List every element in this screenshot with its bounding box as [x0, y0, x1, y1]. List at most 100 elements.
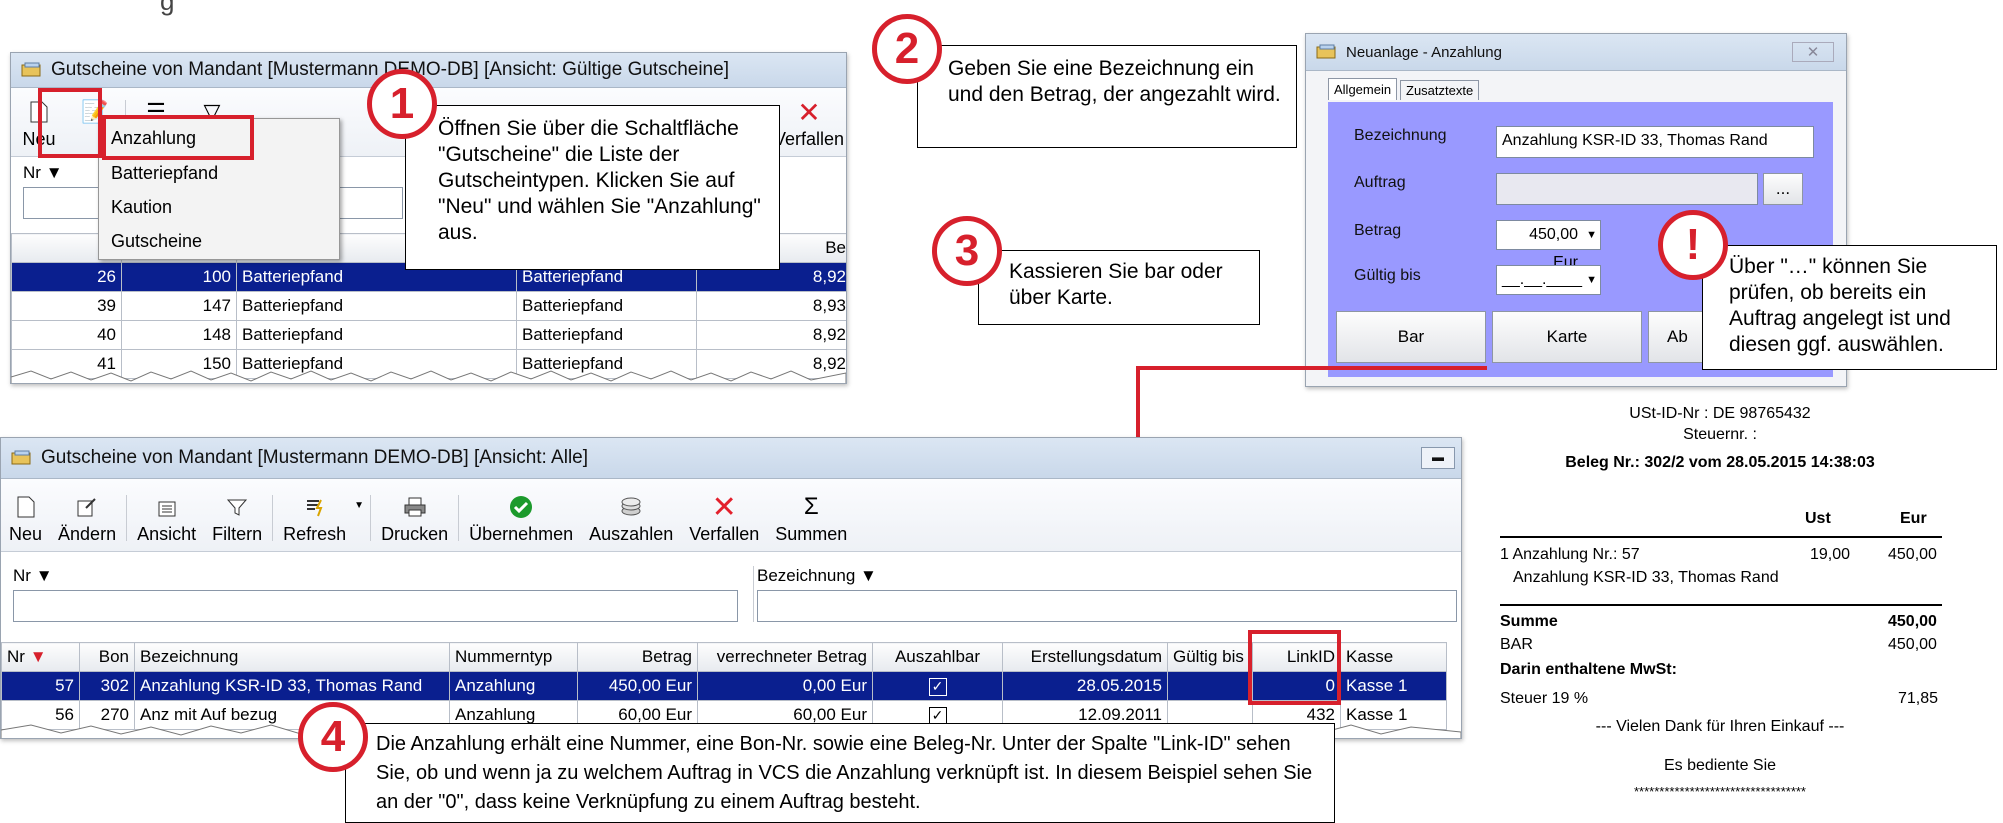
col-nummerntyp[interactable]: Nummerntyp	[449, 642, 578, 672]
refresh-dropdown-icon[interactable]: ▼	[354, 500, 364, 511]
receipt-item-eur: 450,00	[1888, 546, 1937, 563]
main-vouchers-window: Gutscheine von Mandant [Mustermann DEMO-…	[0, 437, 1462, 739]
receipt: USt-ID-Nr : DE 98765432 Steuernr. : Bele…	[1495, 400, 1945, 823]
col-betrag[interactable]: Betrag	[577, 642, 698, 672]
checkbox-checked[interactable]: ✓	[928, 678, 947, 696]
col-nr-label: Nr	[7, 647, 25, 666]
cell-datum: 28.05.2015	[1002, 671, 1168, 701]
toolbar-separator	[370, 495, 372, 541]
toolbar-refresh-button[interactable]: Refresh	[275, 494, 354, 551]
cell-nr: 57	[1, 671, 80, 701]
col-nr[interactable]: Nr ▼	[1, 642, 80, 672]
app-icon	[11, 450, 31, 465]
toolbar-label: Übernehmen	[469, 524, 574, 544]
col-gueltig-bis[interactable]: Gültig bis	[1167, 642, 1253, 672]
receipt-hdr-ust: Ust	[1805, 510, 1831, 527]
receipt-steuer-val: 71,85	[1898, 690, 1939, 707]
highlight-linkid-column	[1248, 630, 1341, 705]
cell-verrechnet: 0,00 Eur	[697, 671, 873, 701]
sort-down-icon: ▼	[860, 566, 877, 585]
main-filter-nr: Nr ▼	[13, 566, 738, 622]
receipt-item-sub: Anzahlung KSR-ID 33, Thomas Rand	[1513, 569, 1779, 586]
toolbar-label: Drucken	[381, 524, 449, 544]
cell-gueltig	[1167, 671, 1253, 701]
toolbar-separator	[126, 495, 128, 541]
receipt-mwst: Darin enthaltene MwSt:	[1500, 661, 1677, 678]
main-filter-bez: Bezeichnung ▼	[753, 566, 1457, 622]
toolbar-separator	[272, 495, 274, 541]
toolbar-sum-button[interactable]: Σ Summen	[767, 493, 855, 551]
col-bezeichnung[interactable]: Bezeichnung	[134, 642, 450, 672]
toolbar-edit-button[interactable]: Ändern	[50, 494, 124, 551]
filter-icon	[224, 494, 250, 520]
print-icon	[402, 494, 428, 520]
receipt-beleg: Beleg Nr.: 302/2 vom 28.05.2015 14:38:03	[1565, 454, 1875, 471]
expire-icon: ✕	[711, 490, 737, 524]
col-erstellungsdatum[interactable]: Erstellungsdatum	[1002, 642, 1168, 672]
minimize-icon[interactable]: ▬	[1421, 447, 1455, 469]
main-filter-nr-input[interactable]	[13, 590, 738, 622]
new-icon	[13, 494, 39, 520]
receipt-divider	[1500, 604, 1942, 606]
receipt-summe: Summe	[1500, 613, 1558, 630]
toolbar-label: Refresh	[283, 524, 347, 544]
cell-typ: Anzahlung	[449, 671, 578, 701]
callout-4: Die Anzahlung erhält eine Nummer, eine B…	[345, 723, 1335, 823]
toolbar-label: Ändern	[58, 524, 117, 544]
main-table-header: Nr ▼ Bon Bezeichnung Nummerntyp Betrag v…	[1, 642, 1447, 672]
toolbar-label: Summen	[775, 524, 848, 544]
col-kasse[interactable]: Kasse	[1340, 642, 1447, 672]
receipt-bar: BAR	[1500, 636, 1533, 653]
cell-betrag: 450,00 Eur	[577, 671, 698, 701]
toolbar-label: Verfallen	[689, 524, 760, 544]
main-toolbar: Neu Ändern Ansicht Filtern Refresh ▼ Dru…	[1, 479, 1461, 552]
toolbar-print-button[interactable]: Drucken	[373, 494, 456, 551]
toolbar-new-button[interactable]: Neu	[1, 494, 50, 551]
toolbar-expire-button[interactable]: ✕ Verfallen	[681, 490, 767, 551]
sum-icon: Σ	[803, 493, 819, 520]
receipt-steuernr: Steuernr. :	[1683, 426, 1757, 443]
cell-kasse: Kasse 1	[1340, 671, 1447, 701]
accept-icon	[508, 494, 534, 520]
view-icon	[154, 494, 180, 520]
toolbar-separator	[458, 495, 460, 541]
table-row[interactable]: 57 302 Anzahlung KSR-ID 33, Thomas Rand …	[1, 671, 1447, 701]
main-vouchers-table: Nr ▼ Bon Bezeichnung Nummerntyp Betrag v…	[1, 642, 1447, 730]
toolbar-payout-button[interactable]: Auszahlen	[581, 494, 681, 551]
receipt-danke: --- Vielen Dank für Ihren Einkauf ---	[1595, 718, 1845, 735]
cell-auszahlbar[interactable]: ✓	[872, 671, 1003, 701]
receipt-hdr-eur: Eur	[1900, 510, 1927, 527]
toolbar-accept-button[interactable]: Übernehmen	[461, 494, 581, 551]
receipt-divider	[1500, 536, 1942, 538]
receipt-stars: **********************************	[1633, 784, 1806, 799]
toolbar-view-button[interactable]: Ansicht	[129, 494, 204, 551]
main-filter-bez-input[interactable]	[757, 590, 1457, 622]
receipt-ust-id: USt-ID-Nr : DE 98765432	[1629, 405, 1811, 422]
receipt-steuer: Steuer 19 %	[1500, 690, 1589, 707]
toolbar-label: Filtern	[212, 524, 263, 544]
main-window-title: Gutscheine von Mandant [Mustermann DEMO-…	[41, 447, 589, 468]
receipt-item-line: 1 Anzahlung Nr.: 57	[1500, 546, 1640, 563]
col-auszahlbar[interactable]: Auszahlbar	[872, 642, 1003, 672]
col-verrechnet[interactable]: verrechneter Betrag	[697, 642, 873, 672]
main-window-titlebar: Gutscheine von Mandant [Mustermann DEMO-…	[1, 438, 1461, 479]
main-filter-nr-label: Nr	[13, 566, 31, 585]
toolbar-label: Ansicht	[137, 524, 197, 544]
sort-down-icon: ▼	[35, 566, 53, 585]
toolbar-label: Neu	[9, 524, 43, 544]
step-4-badge: 4	[298, 702, 368, 772]
col-bon[interactable]: Bon	[79, 642, 135, 672]
receipt-summe-val: 450,00	[1888, 613, 1937, 630]
refresh-icon	[302, 494, 328, 520]
edit-icon	[74, 494, 100, 520]
receipt-bediente: Es bediente Sie	[1663, 757, 1777, 774]
payout-icon	[618, 494, 644, 520]
toolbar-filter-button[interactable]: Filtern	[204, 494, 270, 551]
sort-desc-icon: ▼	[29, 647, 47, 666]
receipt-item-ust: 19,00	[1810, 546, 1851, 563]
cell-bez: Anzahlung KSR-ID 33, Thomas Rand	[134, 671, 450, 701]
receipt-bar-val: 450,00	[1888, 636, 1937, 653]
toolbar-label: Auszahlen	[589, 524, 674, 544]
main-filter-bez-label: Bezeichnung	[757, 566, 856, 585]
cell-bon: 302	[79, 671, 135, 701]
